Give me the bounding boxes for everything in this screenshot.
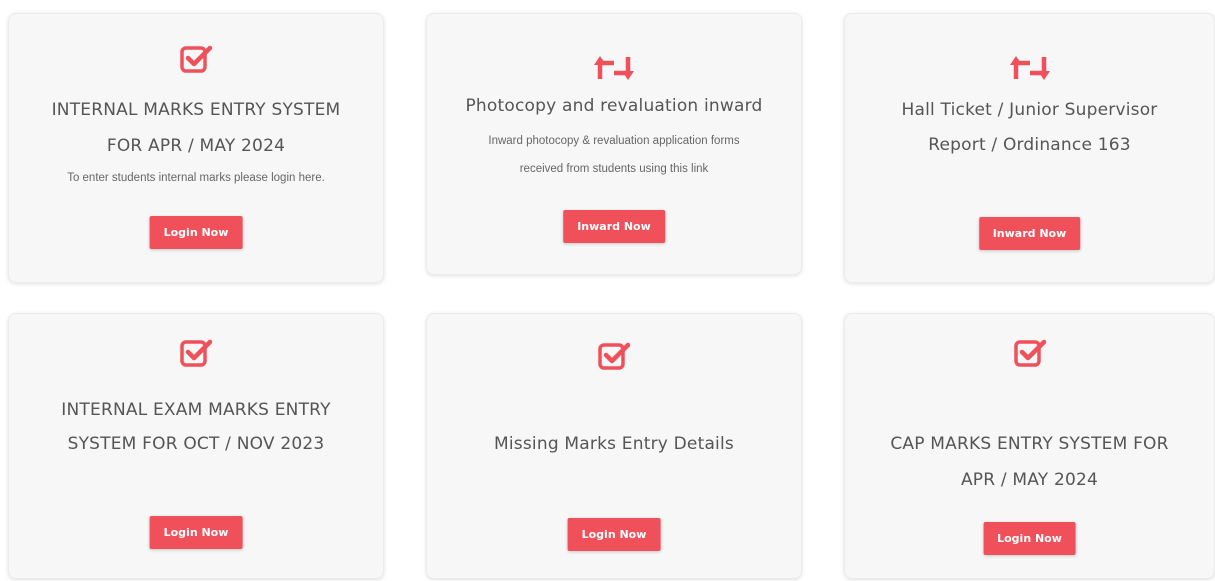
card-title-line-2: Report / Ordinance 163 [928, 135, 1131, 155]
card-title-line-1: Hall Ticket / Junior Supervisor [901, 100, 1158, 120]
card-title-line-2: APR / MAY 2024 [960, 470, 1099, 490]
card-title-line-1: Photocopy and revaluation inward [465, 96, 763, 116]
card-photocopy-revaluation-inward: Photocopy and revaluation inward Inward … [426, 13, 802, 275]
card-description: To enter students internal marks please … [67, 172, 325, 184]
login-now-button[interactable]: Login Now [149, 516, 243, 549]
checkbox-checked-icon [176, 42, 216, 78]
login-now-button[interactable]: Login Now [149, 216, 243, 249]
login-now-button[interactable]: Login Now [567, 518, 661, 551]
card-hall-ticket-junior-supervisor: Hall Ticket / Junior Supervisor Report /… [844, 13, 1215, 283]
card-title-line-1: INTERNAL MARKS ENTRY SYSTEM [51, 100, 341, 120]
checkbox-checked-icon [594, 339, 634, 375]
checkbox-checked-icon [176, 336, 216, 372]
inward-now-button[interactable]: Inward Now [563, 210, 665, 243]
card-title-line-1: CAP MARKS ENTRY SYSTEM FOR [890, 434, 1169, 454]
card-description-line-2: received from students using this link [519, 163, 709, 175]
card-title-line-1: Missing Marks Entry Details [494, 434, 734, 454]
inward-now-button[interactable]: Inward Now [978, 217, 1081, 250]
card-internal-exam-marks-oct-nov-2023: INTERNAL EXAM MARKS ENTRY SYSTEM FOR OCT… [8, 313, 384, 579]
services-grid: INTERNAL MARKS ENTRY SYSTEM FOR APR / MA… [0, 0, 1215, 581]
checkbox-checked-icon [1010, 336, 1050, 372]
card-title-line-2: SYSTEM FOR OCT / NOV 2023 [67, 434, 325, 454]
card-title-line-1: INTERNAL EXAM MARKS ENTRY [61, 400, 331, 420]
card-internal-marks-apr-may-2024: INTERNAL MARKS ENTRY SYSTEM FOR APR / MA… [8, 13, 384, 283]
card-cap-marks-apr-may-2024: CAP MARKS ENTRY SYSTEM FOR APR / MAY 202… [844, 313, 1215, 579]
retweet-arrows-icon [594, 50, 634, 86]
login-now-button[interactable]: Login Now [983, 522, 1076, 555]
card-title-line-2: FOR APR / MAY 2024 [106, 136, 286, 156]
card-missing-marks-entry-details: Missing Marks Entry Details Login Now [426, 313, 802, 579]
card-description-line-1: Inward photocopy & revaluation applicati… [488, 135, 740, 147]
retweet-arrows-icon [1009, 50, 1050, 86]
